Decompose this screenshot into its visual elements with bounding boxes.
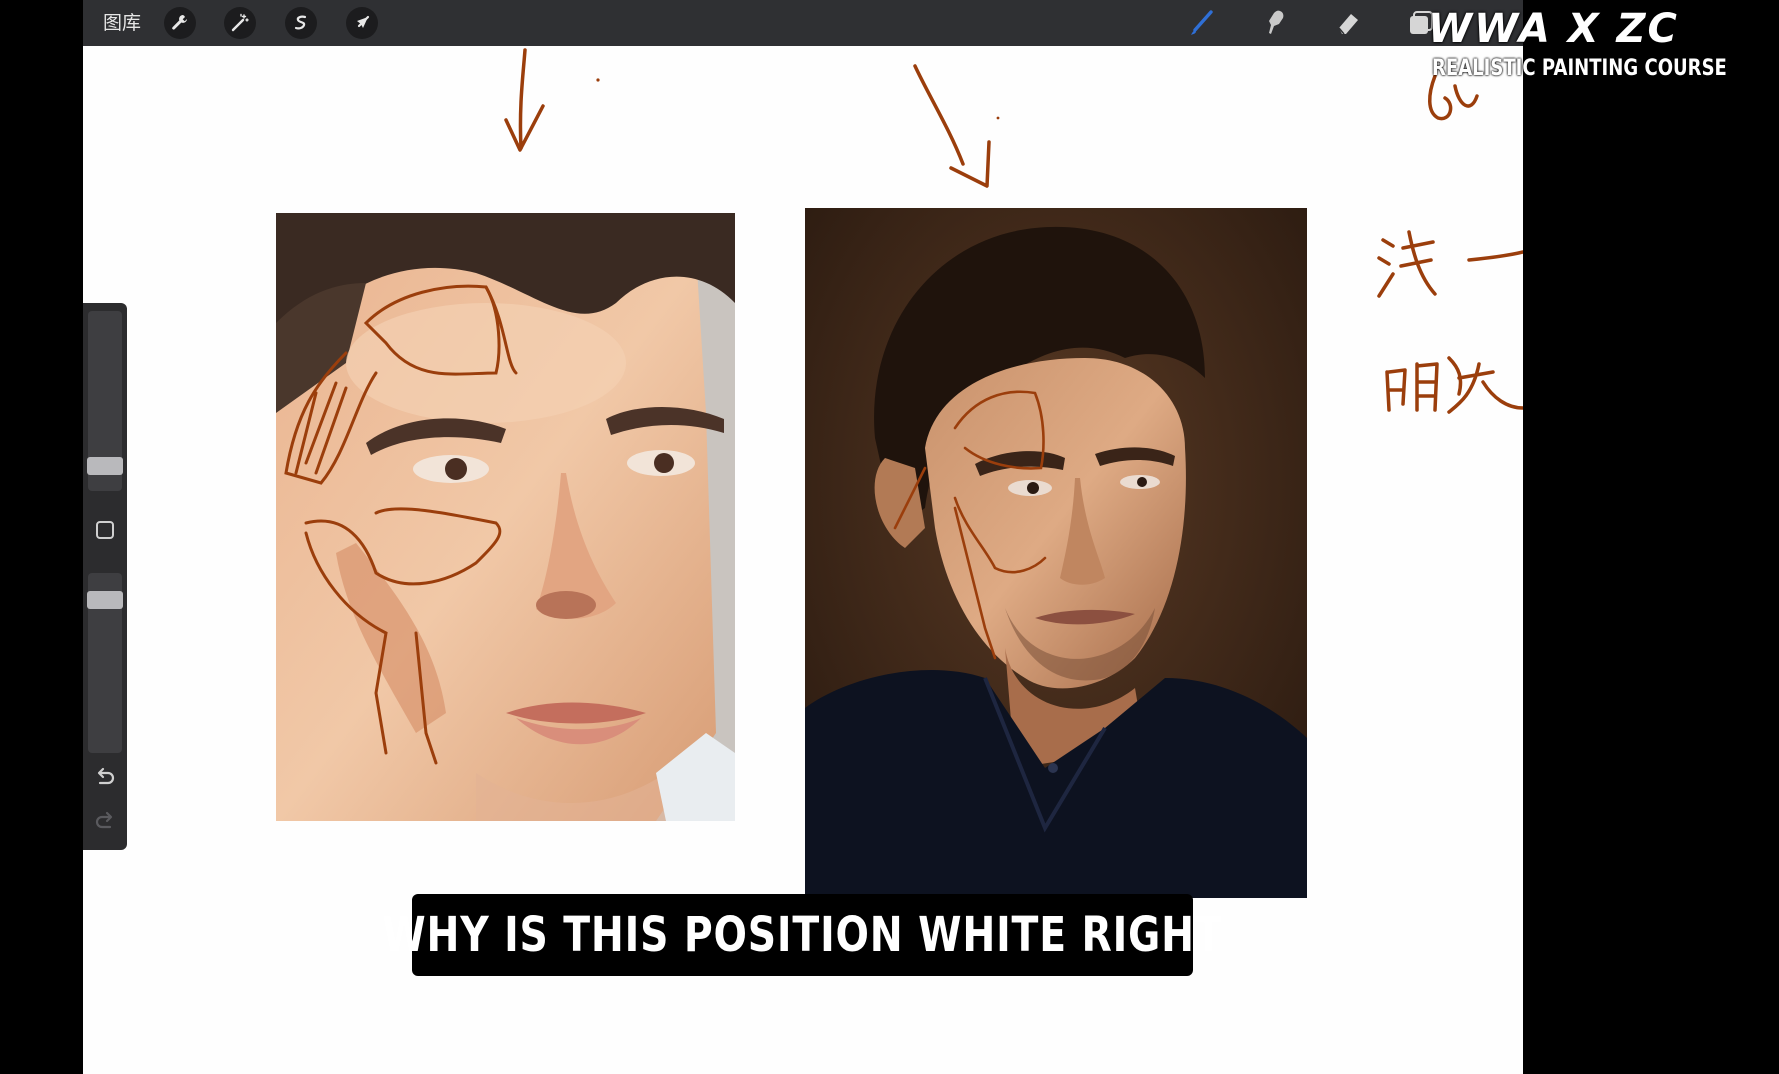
smudge-icon[interactable]: [1258, 6, 1292, 40]
painted-portrait-study: [276, 213, 735, 821]
course-watermark-subtitle: REALISTIC PAINTING COURSE: [1432, 56, 1752, 84]
char-shallow: [1399, 230, 1437, 296]
brush-opacity-thumb[interactable]: [87, 591, 123, 609]
undo-icon[interactable]: [92, 765, 118, 791]
subtitle-text: WHY IS THIS POSITION WHITE RIGHT: [382, 907, 1223, 963]
wrench-icon[interactable]: [164, 7, 196, 39]
reference-portrait-photo: [805, 208, 1307, 898]
top-toolbar: 图库: [83, 0, 1523, 46]
brush-size-slider[interactable]: [87, 311, 123, 491]
watermark-subtitle-text: REALISTIC PAINTING COURSE: [1432, 56, 1727, 81]
modify-square-icon[interactable]: [92, 517, 118, 543]
gallery-button[interactable]: 图库: [103, 10, 141, 36]
brush-icon[interactable]: [1185, 6, 1219, 40]
char-an: [1447, 356, 1523, 414]
transform-arrow-icon[interactable]: [346, 7, 378, 39]
arrow-left-head: [504, 104, 545, 152]
brush-opacity-slider[interactable]: [87, 573, 123, 753]
arrow-left-shaft: [518, 48, 527, 150]
redo-icon[interactable]: [92, 809, 118, 835]
side-brush-slider-panel: [83, 303, 127, 850]
eraser-icon[interactable]: [1331, 6, 1365, 40]
magic-wand-icon[interactable]: [224, 7, 256, 39]
selection-icon[interactable]: [285, 7, 317, 39]
course-watermark-title: WWA X ZC: [1428, 6, 1679, 52]
char-ming-sun: [1385, 368, 1407, 412]
video-subtitle-caption: WHY IS THIS POSITION WHITE RIGHT: [382, 894, 1222, 976]
char-one: [1467, 250, 1523, 262]
arrow-right-shaft: [913, 64, 965, 166]
brush-size-thumb[interactable]: [87, 457, 123, 475]
char-water: [1377, 238, 1395, 298]
char-ming-moon: [1415, 362, 1439, 412]
